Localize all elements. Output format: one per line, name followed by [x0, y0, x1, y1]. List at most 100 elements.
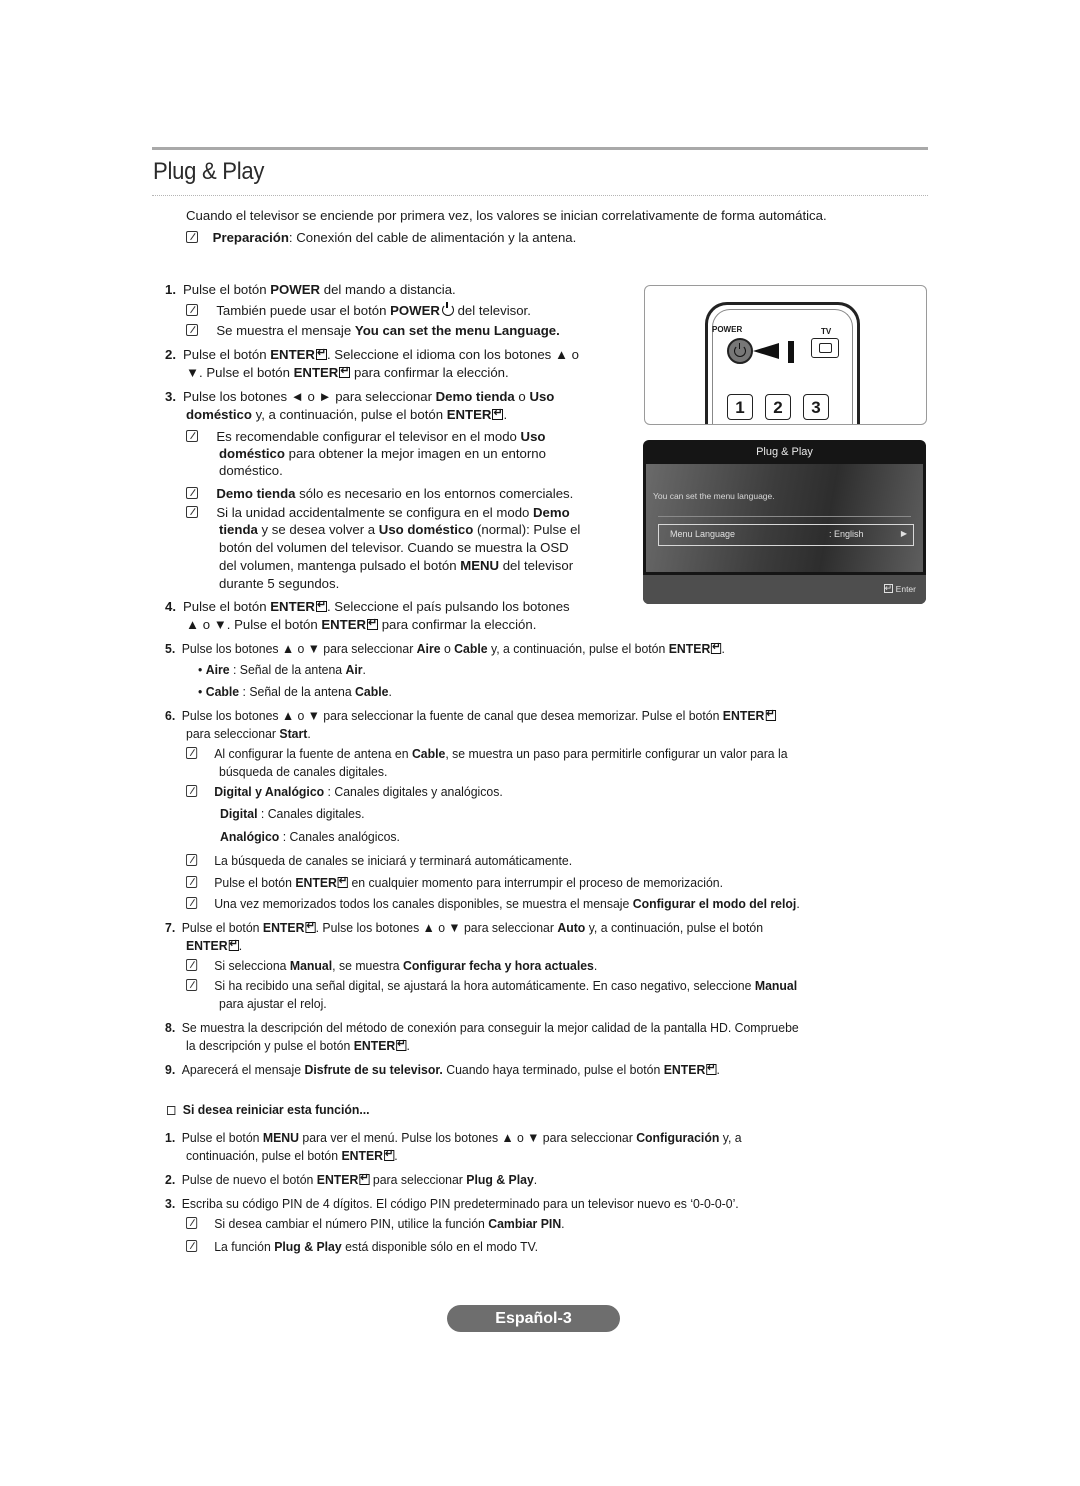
enter-icon — [367, 616, 379, 630]
pointer-bar — [788, 341, 794, 363]
step-3-note-3-line-4: del volumen, mantenga pulsado el botón M… — [219, 558, 574, 573]
step-2-line-2: ▼. Pulse el botón ENTER para confirmar l… — [186, 364, 509, 382]
step-5-bullet-cable: • Cable : Señal de la antena Cable. — [198, 684, 392, 699]
enter-icon — [396, 1037, 407, 1051]
note-icon — [186, 304, 198, 316]
enter-icon — [383, 1147, 395, 1161]
note-icon — [186, 487, 198, 499]
enter-icon — [305, 919, 316, 933]
step-3-note-3: Si la unidad accidentalmente se configur… — [186, 504, 570, 522]
restart-step-3: 3. Escriba su código PIN de 4 dígitos. El… — [165, 1196, 739, 1211]
right-arrow-icon: ▶ — [900, 529, 907, 538]
step-5: 5. Pulse los botones ▲ o ▼ para seleccion… — [165, 640, 725, 658]
step-3: 3. Pulse los botones ◄ o ► para seleccion… — [165, 389, 555, 404]
title-divider — [152, 195, 928, 196]
step-5-bullet-aire: • Aire : Señal de la antena Air. — [198, 662, 366, 677]
enter-icon — [706, 1061, 717, 1075]
top-rule — [152, 147, 928, 150]
step-7-note-1: Si selecciona Manual, se muestra Configu… — [186, 957, 597, 975]
power-icon — [734, 343, 746, 357]
step-1-note-2: Se muestra el mensaje You can set the me… — [186, 322, 560, 340]
restart-heading: Si desea reiniciar esta función... — [167, 1101, 370, 1119]
preparation-note: Preparación: Conexión del cable de alime… — [186, 229, 576, 247]
osd-enter-hint: Enter — [883, 582, 916, 594]
enter-icon — [337, 874, 349, 888]
step-6-note-3: La búsqueda de canales se iniciará y ter… — [186, 852, 572, 870]
enter-icon — [228, 937, 239, 951]
note-icon — [186, 785, 198, 797]
note-icon — [186, 854, 198, 866]
remote-control-illustration: POWER TV 1 2 3 — [644, 285, 927, 425]
page-number-badge: Español-3 — [447, 1305, 620, 1332]
step-8: 8. Se muestra la descripción del método d… — [165, 1020, 799, 1035]
pointer-arrow-icon — [753, 343, 779, 359]
enter-icon — [315, 346, 327, 360]
remote-key-1: 1 — [727, 394, 753, 420]
osd-screen-illustration: Plug & Play You can set the menu languag… — [643, 440, 926, 604]
step-7-note-2: Si ha recibido una señal digital, se aju… — [186, 977, 797, 995]
enter-icon — [339, 364, 351, 378]
step-3-note-1-line-2: doméstico para obtener la mejor imagen e… — [219, 446, 546, 461]
step-6-note-5: Una vez memorizados todos los canales di… — [186, 895, 800, 913]
checkbox-square-icon — [167, 1106, 176, 1115]
remote-power-button — [727, 338, 753, 364]
note-icon — [186, 1240, 198, 1252]
restart-step-1: 1. Pulse el botón MENU para ver el menú. … — [165, 1130, 742, 1145]
note-icon — [186, 897, 198, 909]
enter-icon — [765, 707, 776, 721]
step-7-note-2-line-2: para ajustar el reloj. — [219, 996, 327, 1011]
note-icon — [186, 430, 198, 442]
restart-step-1-line-2: continuación, pulse el botón ENTER. — [186, 1147, 398, 1165]
remote-tv-label: TV — [821, 327, 832, 336]
note-icon — [186, 959, 198, 971]
step-6-note-2-analogico: Analógico : Canales analógicos. — [220, 829, 400, 844]
step-1: 1. Pulse el botón POWER del mando a dista… — [165, 282, 456, 297]
step-2: 2.Pulse el botón ENTER. Seleccione el id… — [165, 346, 579, 364]
note-icon — [186, 876, 198, 888]
intro-text: Cuando el televisor se enciende por prim… — [186, 208, 827, 223]
remote-tv-button — [811, 338, 839, 358]
restart-step-3-note-1: Si desea cambiar el número PIN, utilice … — [186, 1215, 565, 1233]
step-6-note-1-line-2: búsqueda de canales digitales. — [219, 764, 388, 779]
step-9: 9. Aparecerá el mensaje Disfrute de su te… — [165, 1061, 720, 1079]
step-6-note-2: Digital y Analógico : Canales digitales … — [186, 783, 503, 801]
step-6-line-2: para seleccionar Start. — [186, 726, 311, 741]
step-4-line-2: ▲ o ▼. Pulse el botón ENTER para confirm… — [186, 616, 536, 634]
step-8-line-2: la descripción y pulse el botón ENTER. — [186, 1037, 410, 1055]
power-icon — [441, 302, 454, 316]
step-1-note-1: También puede usar el botón POWER del te… — [186, 302, 531, 320]
osd-body: You can set the menu language. Menu Lang… — [646, 464, 923, 572]
osd-field-value: : English — [829, 529, 864, 539]
osd-message: You can set the menu language. — [653, 491, 775, 501]
step-6-note-1: Al configurar la fuente de antena en Cab… — [186, 745, 788, 763]
remote-power-label: POWER — [712, 325, 743, 334]
step-7: 7.Pulse el botón ENTER. Pulse los botone… — [165, 919, 763, 937]
step-3-note-3-line-5: durante 5 segundos. — [219, 576, 340, 591]
step-3-line-2: doméstico y, a continuación, pulse el bo… — [186, 406, 507, 424]
note-icon — [186, 979, 198, 991]
note-icon — [186, 231, 198, 243]
step-6-note-2-digital: Digital : Canales digitales. — [220, 806, 365, 821]
enter-icon — [711, 640, 722, 654]
enter-icon — [315, 598, 327, 612]
page-title: Plug & Play — [153, 158, 265, 185]
step-3-note-3-line-3: botón del volumen del televisor. Cuando … — [219, 540, 569, 555]
osd-separator — [658, 516, 911, 517]
step-3-note-1: Es recomendable configurar el televisor … — [186, 428, 545, 446]
step-6: 6. Pulse los botones ▲ o ▼ para seleccion… — [165, 707, 776, 725]
osd-menu-language-field: Menu Language : English ▶ — [658, 524, 914, 546]
enter-icon — [883, 582, 893, 594]
step-3-note-1-line-3: doméstico. — [219, 463, 283, 478]
osd-footer: Enter — [643, 575, 926, 604]
osd-field-label: Menu Language — [670, 529, 736, 539]
enter-icon — [359, 1171, 370, 1185]
remote-key-2: 2 — [765, 394, 791, 420]
osd-title: Plug & Play — [756, 446, 813, 458]
restart-step-3-note-2: La función Plug & Play está disponible s… — [186, 1238, 538, 1256]
note-icon — [186, 506, 198, 518]
enter-icon — [492, 406, 504, 420]
note-icon — [186, 747, 198, 759]
step-3-note-2: Demo tienda sólo es necesario en los ent… — [186, 485, 573, 503]
step-7-line-2: ENTER. — [186, 937, 242, 955]
remote-key-3: 3 — [803, 394, 829, 420]
